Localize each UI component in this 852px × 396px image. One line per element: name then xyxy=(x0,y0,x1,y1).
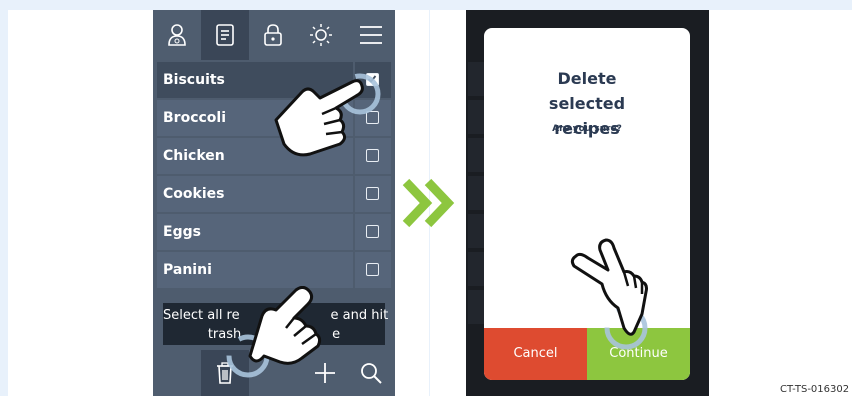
checkbox-cell xyxy=(355,252,391,288)
brightness-icon xyxy=(310,24,332,46)
profile-button[interactable] xyxy=(153,10,201,60)
reference-code: CT-TS-016302 xyxy=(780,384,850,395)
recipe-name: Panini xyxy=(157,252,353,288)
dialog-subtitle: Are you sure? xyxy=(552,124,622,134)
recipe-name: Eggs xyxy=(157,214,353,250)
search-icon xyxy=(361,363,382,384)
select-checkbox[interactable] xyxy=(366,187,379,200)
lock-button[interactable] xyxy=(249,10,297,60)
search-button[interactable] xyxy=(347,350,395,396)
checkbox-cell xyxy=(355,214,391,250)
next-step-arrow-icon xyxy=(402,178,455,228)
recipe-row[interactable]: Eggs xyxy=(153,214,395,250)
select-checkbox[interactable] xyxy=(366,263,379,276)
tap-hand-icon xyxy=(274,73,381,157)
top-toolbar xyxy=(153,10,395,60)
recipe-name: Cookies xyxy=(157,176,353,212)
recipe-row[interactable]: Panini xyxy=(153,252,395,288)
person-icon xyxy=(168,24,186,46)
menu-button[interactable] xyxy=(347,10,395,60)
recipe-icon xyxy=(216,24,234,46)
tap-hand-icon xyxy=(570,238,648,350)
menu-icon xyxy=(360,26,382,44)
brightness-button[interactable] xyxy=(297,10,345,60)
tap-hand-icon xyxy=(226,286,322,378)
recipes-button[interactable] xyxy=(201,10,249,60)
select-checkbox[interactable] xyxy=(366,225,379,238)
lock-icon xyxy=(264,24,282,46)
checkbox-cell xyxy=(355,176,391,212)
recipe-row[interactable]: Cookies xyxy=(153,176,395,212)
